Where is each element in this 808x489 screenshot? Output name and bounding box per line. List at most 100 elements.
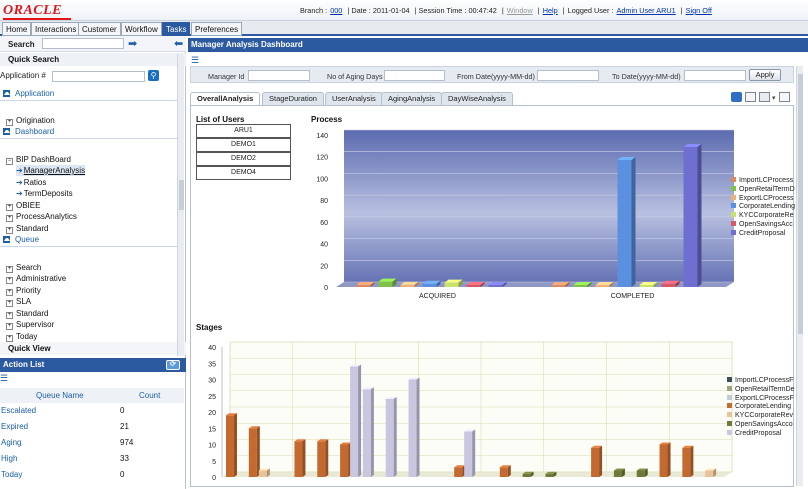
bar-CreditProposal (350, 366, 359, 477)
user-row[interactable]: DEMO2 (196, 152, 291, 166)
bar-CorporateLending (294, 441, 303, 477)
tab-tasks[interactable]: Tasks (162, 22, 191, 36)
tab-home[interactable]: Home (2, 22, 32, 36)
tab-user-analysis[interactable]: UserAnalysis (325, 92, 383, 105)
window-link[interactable]: Window (507, 6, 533, 15)
search-row: Search ➡ ⬅ (0, 36, 186, 52)
search-icon[interactable]: ⚲ (148, 70, 159, 81)
bar-side (358, 364, 362, 477)
tree-term-deposits[interactable]: ➔TermDeposits (16, 188, 73, 199)
tab-stage-duration[interactable]: StageDuration (262, 92, 324, 105)
queue-search[interactable]: + Search (6, 262, 41, 273)
go-arrow-icon[interactable]: ➡ (128, 37, 137, 50)
queue-standard[interactable]: + Standard (6, 308, 48, 319)
legend-item: OpenRetailTermDe (727, 385, 795, 395)
tree-standard[interactable]: + Standard (6, 223, 48, 234)
tab-preferences[interactable]: Preferences (191, 22, 243, 36)
aging-days-label: No of Aging Days (327, 72, 383, 81)
legend-item: CreditProposal (731, 229, 795, 239)
main-scrollbar[interactable] (796, 66, 803, 486)
settings-icon[interactable] (779, 92, 790, 102)
action-row[interactable]: Expired 21 (0, 419, 184, 435)
quick-view-header[interactable]: Quick View (0, 342, 186, 355)
refresh-icon[interactable]: ⟳ (166, 360, 180, 370)
bar-side (370, 387, 374, 477)
action-list-menu-icon[interactable]: ☰ (0, 373, 12, 383)
session-info: Branch :000 | Date : 2011-01-04 | Sessio… (300, 6, 712, 15)
legend-label: CorporateLending (735, 403, 792, 411)
bar-CorporateLending (248, 428, 257, 477)
legend-label: CreditProposal (735, 429, 782, 437)
action-row[interactable]: Aging 974 (0, 435, 184, 451)
tree-bip-dashboard[interactable]: − BIP DashBoard (6, 154, 71, 165)
tree-ratios[interactable]: ➔Ratios (16, 177, 46, 188)
queue-administrative[interactable]: + Administrative (6, 273, 66, 284)
legend-label: OpenSavingsAcc (739, 220, 793, 228)
tab-overall-analysis[interactable]: OverallAnalysis (190, 92, 261, 105)
y-tick-label: 35 (208, 361, 216, 368)
bar-CorporateLending (454, 467, 463, 477)
tree-obiee[interactable]: + OBIEE (6, 200, 40, 211)
legend-swatch (727, 377, 732, 382)
search-input[interactable] (42, 38, 124, 49)
chart-options-icon[interactable] (759, 92, 770, 102)
user-row[interactable]: ARU1 (196, 124, 291, 138)
legend-item: ExportLCProcessF (727, 394, 795, 404)
legend-item: KYCCorporateRev (727, 412, 795, 421)
bar-ImportLCProcess (356, 285, 371, 287)
to-date-label: To Date(yyyy-MM-dd) (612, 72, 681, 81)
tab-aging-analysis[interactable]: AgingAnalysis (381, 92, 443, 105)
aging-days-input[interactable] (384, 70, 445, 81)
collapse-arrow-icon[interactable]: ⬅ (174, 37, 183, 50)
tab-workflow[interactable]: Workflow (121, 22, 162, 36)
legend-swatch (727, 385, 732, 391)
queue-priority[interactable]: + Priority (6, 285, 41, 296)
to-date-input[interactable] (684, 70, 746, 81)
y-tick-label: 0 (212, 475, 216, 482)
process-chart-title: Process (311, 115, 343, 124)
action-row[interactable]: Today 0 (0, 467, 184, 483)
y-tick-label: 140 (316, 133, 328, 140)
manager-id-input[interactable] (248, 70, 310, 81)
legend-swatch (731, 229, 736, 235)
queue-today[interactable]: + Today (6, 331, 37, 342)
print-icon[interactable] (745, 92, 756, 102)
y-tick-label: 10 (208, 443, 216, 450)
chevron-down-icon[interactable]: ▾ (772, 94, 776, 102)
sign-off-link[interactable]: Sign Off (686, 6, 712, 15)
action-row[interactable]: Escalated 0 (0, 403, 184, 419)
user-row[interactable]: DEMO4 (196, 166, 291, 180)
help-link[interactable]: Help (543, 6, 558, 15)
tab-daywise-analysis[interactable]: DayWiseAnalysis (441, 92, 513, 105)
bar-ExportLCProcess (595, 285, 610, 287)
queue-sla[interactable]: + SLA (6, 296, 31, 307)
user-row[interactable]: DEMO1 (196, 138, 291, 152)
action-row[interactable]: High 33 (0, 451, 184, 467)
bar-side (416, 377, 420, 477)
tab-interactions[interactable]: Interactions (31, 22, 81, 36)
section-application[interactable]: Application (0, 88, 178, 100)
application-number-input[interactable] (52, 71, 145, 82)
legend-label: OpenRetailTermDe (735, 385, 795, 393)
logged-user-link[interactable]: Admin User ARU1 (616, 6, 675, 15)
section-dashboard[interactable]: Dashboard (0, 126, 178, 138)
from-date-input[interactable] (537, 70, 599, 81)
apply-button[interactable]: Apply (749, 69, 781, 81)
tree-manager-analysis[interactable]: ➔ManagerAnalysis (16, 165, 86, 176)
stages-legend: ImportLCProcessF OpenRetailTermDe ExportLC… (727, 377, 795, 439)
branch-link[interactable]: 000 (330, 6, 342, 15)
left-scrollbar[interactable] (177, 54, 184, 356)
legend-item: CorporateLending (727, 403, 795, 412)
legend-label: ImportLCProcess (739, 177, 794, 184)
queue-supervisor[interactable]: + Supervisor (6, 319, 54, 330)
tree-origination[interactable]: + Origination (6, 115, 55, 126)
tab-customer[interactable]: Customer (78, 22, 121, 36)
bar-CorporateLending (591, 447, 600, 477)
oracle-logo: ORACLE (3, 3, 71, 20)
tree-process-analytics[interactable]: + ProcessAnalytics (6, 211, 77, 222)
dashboard-menu-icon[interactable]: ☰ (191, 55, 199, 66)
legend-item: OpenSavingsAcco (727, 420, 795, 430)
export-icon[interactable] (731, 92, 742, 102)
section-queue[interactable]: Queue (0, 234, 178, 246)
bar-CorporateLending (682, 447, 691, 477)
